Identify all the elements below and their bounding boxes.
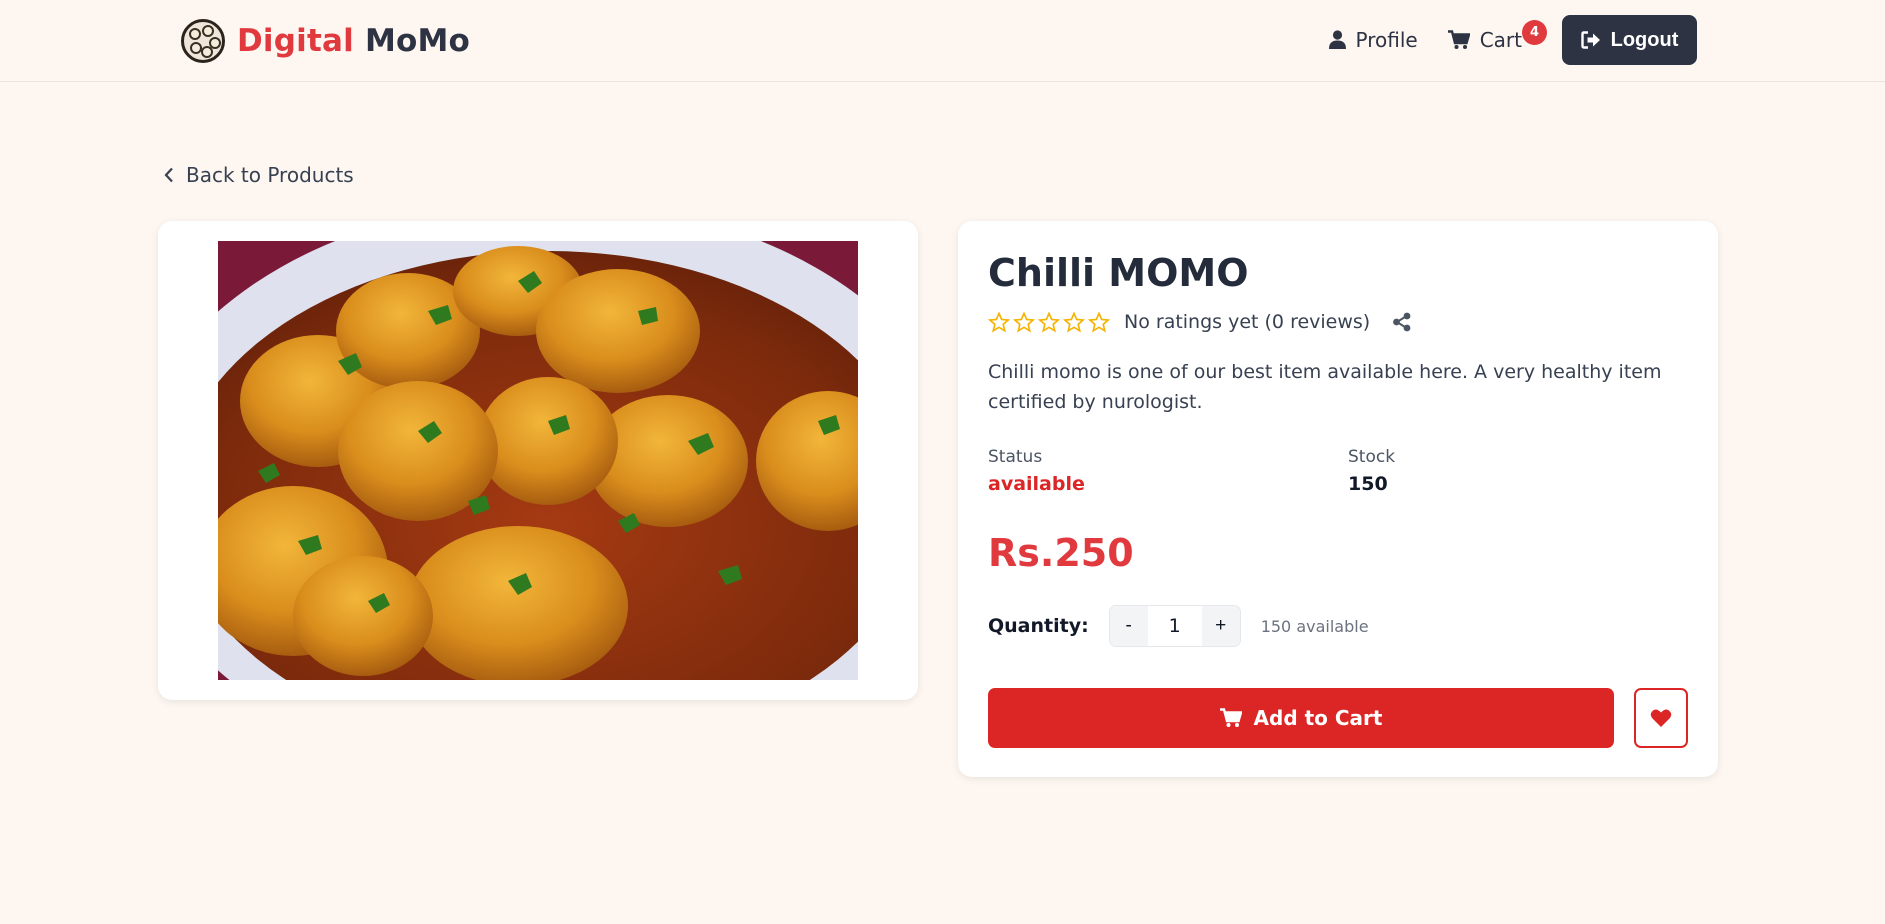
momo-logo-icon [181,19,225,63]
wishlist-button[interactable] [1634,688,1688,748]
brand-name-momo: MoMo [364,23,471,59]
rating-summary: No ratings yet (0 reviews) [1124,311,1371,333]
brand-name-digital: Digital [237,23,354,59]
nav-actions: Profile Cart 4 Logout [1328,15,1697,65]
chevron-left-icon [164,167,173,183]
star-outline-icon [988,311,1010,333]
shopping-cart-icon [1447,30,1470,49]
profile-label: Profile [1355,28,1418,52]
cart-count-badge: 4 [1522,20,1547,45]
shopping-cart-icon [1219,708,1242,727]
rating-row: No ratings yet (0 reviews) [988,307,1412,337]
add-to-cart-button[interactable]: Add to Cart [988,688,1614,748]
product-description: Chilli momo is one of our best item avai… [988,361,1662,413]
star-outline-icon [1013,311,1035,333]
brand-logo[interactable]: Digital MoMo [181,18,470,64]
status-label: Status [988,447,1043,467]
decrease-quantity-button[interactable]: - [1109,606,1148,646]
profile-link[interactable]: Profile [1328,28,1418,52]
cart-link[interactable]: Cart 4 [1447,20,1547,52]
product-price: Rs.250 [988,531,1134,575]
stock-value: 150 [1348,473,1388,495]
brand-name: Digital MoMo [237,23,470,59]
add-to-cart-label: Add to Cart [1253,706,1383,730]
back-link-label: Back to Products [186,163,354,187]
cart-label: Cart [1479,28,1522,52]
sign-out-icon [1580,31,1600,49]
heart-icon [1650,709,1672,727]
star-outline-icon [1038,311,1060,333]
star-rating [988,311,1110,333]
increase-quantity-button[interactable]: + [1201,606,1240,646]
quantity-stepper: - + [1108,605,1241,647]
status-value: available [988,473,1085,495]
share-icon[interactable] [1392,312,1412,332]
user-icon [1328,30,1346,49]
logout-label: Logout [1610,28,1679,51]
logout-button[interactable]: Logout [1562,15,1697,65]
navbar: Digital MoMo Profile Cart 4 Logout [0,0,1885,82]
quantity-label: Quantity: [988,615,1089,637]
stock-label: Stock [1348,447,1396,467]
star-outline-icon [1063,311,1085,333]
star-outline-icon [1088,311,1110,333]
available-stock-text: 150 available [1260,616,1369,636]
product-image [218,241,858,680]
quantity-input[interactable] [1147,606,1202,646]
product-title: Chilli MOMO [988,251,1249,295]
product-image-card [158,221,918,700]
quantity-row: Quantity: - + 150 available [988,605,1369,647]
product-info-card: Chilli MOMO No ratings yet (0 reviews) C… [958,221,1718,777]
back-to-products-link[interactable]: Back to Products [164,163,354,187]
